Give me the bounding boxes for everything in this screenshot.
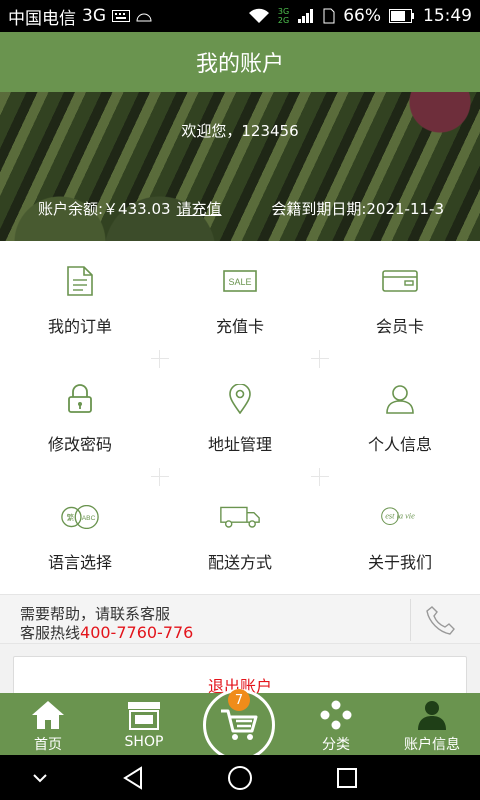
help-section: 需要帮助，请联系客服 客服热线400-7760-776 — [0, 594, 480, 644]
menu-label: 个人信息 — [367, 435, 432, 454]
menu-label: 配送方式 — [207, 553, 272, 572]
recents-square-icon — [337, 768, 357, 788]
menu-delivery-method[interactable]: 配送方式 — [160, 477, 320, 595]
clock: 15:49 — [423, 6, 472, 26]
carrier-label: 中国电信 — [8, 8, 76, 29]
dual-network-indicator: 3G 2G — [277, 7, 290, 25]
battery-percent: 66% — [343, 6, 381, 26]
chevron-down-icon — [33, 774, 47, 783]
title-bar: 我的账户 — [0, 32, 480, 92]
shop-icon — [126, 699, 162, 731]
signal-icon — [298, 9, 314, 23]
lock-icon — [60, 381, 100, 417]
membership-expire-text: 会籍到期日期:2021-11-3 — [271, 200, 444, 218]
location-pin-icon — [220, 381, 260, 417]
hotline-text: 客服热线400-7760-776 — [20, 622, 193, 643]
system-nav-bar — [0, 755, 480, 800]
menu-label: 关于我们 — [367, 553, 432, 572]
tab-label: SHOP — [124, 734, 164, 750]
svg-text:ABC: ABC — [82, 515, 96, 522]
menu-label: 充值卡 — [215, 317, 264, 336]
balance-text: 账户余额:￥433.03 — [38, 200, 171, 218]
menu-about-us[interactable]: est la vie 关于我们 — [320, 477, 480, 595]
nav-collapse-button[interactable] — [23, 761, 57, 795]
svg-text:SALE: SALE — [228, 277, 251, 287]
home-circle-icon — [228, 766, 252, 790]
menu-label: 语言选择 — [47, 553, 112, 572]
help-text: 需要帮助，请联系客服 — [20, 605, 171, 623]
nav-home-button[interactable] — [223, 761, 257, 795]
language-icon: 繁 ABC — [60, 499, 100, 535]
nav-back-button[interactable] — [116, 761, 150, 795]
phone-icon — [426, 606, 455, 635]
grid-divider — [311, 350, 329, 368]
welcome-text: 欢迎您，123456 — [181, 122, 299, 140]
svg-text:繁: 繁 — [67, 512, 75, 522]
tab-category[interactable]: 分类 — [288, 693, 384, 755]
home-icon — [31, 699, 65, 731]
recharge-link[interactable]: 请充值 — [177, 200, 222, 218]
battery-icon — [389, 9, 414, 23]
menu-label: 修改密码 — [47, 435, 112, 454]
grid-divider — [151, 468, 169, 486]
order-document-icon — [60, 263, 100, 299]
sim-icon — [323, 8, 335, 24]
menu-label: 我的订单 — [47, 317, 112, 336]
phone-call-button[interactable] — [424, 603, 458, 637]
tab-shop[interactable]: SHOP — [96, 693, 192, 755]
grid-divider — [311, 468, 329, 486]
back-triangle-icon — [123, 766, 142, 790]
menu-address-management[interactable]: 地址管理 — [160, 359, 320, 477]
balance-area: 账户余额:￥433.03 请充值 — [38, 198, 222, 219]
divider — [410, 599, 411, 641]
tab-label: 分类 — [322, 737, 350, 753]
menu-language[interactable]: 繁 ABC 语言选择 — [0, 477, 160, 595]
member-card-icon — [380, 263, 420, 299]
menu-my-orders[interactable]: 我的订单 — [0, 241, 160, 359]
menu-member-card[interactable]: 会员卡 — [320, 241, 480, 359]
tab-home[interactable]: 首页 — [0, 693, 96, 755]
menu-label: 会员卡 — [375, 317, 424, 336]
cart-count-badge: 7 — [228, 689, 250, 711]
account-banner: 欢迎您，123456 账户余额:￥433.03 请充值 会籍到期日期:2021-1… — [0, 92, 480, 241]
menu-label: 地址管理 — [207, 435, 272, 454]
brand-logo-icon: est la vie — [380, 499, 420, 535]
tab-label: 首页 — [34, 737, 62, 753]
sale-card-icon: SALE — [220, 263, 260, 299]
user-icon — [380, 381, 420, 417]
nav-recents-button[interactable] — [330, 761, 364, 795]
account-user-icon — [416, 699, 448, 731]
hotline-label: 客服热线 — [20, 624, 81, 642]
grid-divider — [151, 350, 169, 368]
page-title: 我的账户 — [195, 52, 284, 77]
menu-recharge-card[interactable]: SALE 充值卡 — [160, 241, 320, 359]
hotline-number[interactable]: 400-7760-776 — [80, 623, 193, 642]
delivery-truck-icon — [220, 499, 260, 535]
wifi-icon — [248, 8, 269, 23]
tab-label: 账户信息 — [404, 737, 460, 753]
menu-personal-info[interactable]: 个人信息 — [320, 359, 480, 477]
svg-text:est la vie: est la vie — [385, 512, 415, 521]
android-debug-icon — [136, 13, 152, 22]
account-menu-grid: 我的订单 SALE 充值卡 会员卡 修改密码 地址管理 个人信息 繁 ABC 语… — [0, 241, 480, 594]
cart-icon — [221, 709, 258, 740]
network-label: 3G — [82, 6, 106, 26]
tab-account-info[interactable]: 账户信息 — [384, 693, 480, 755]
menu-change-password[interactable]: 修改密码 — [0, 359, 160, 477]
keyboard-icon — [112, 10, 130, 22]
category-icon — [318, 699, 354, 731]
status-bar: 中国电信 3G 3G 2G 66% 15:49 — [0, 0, 480, 32]
